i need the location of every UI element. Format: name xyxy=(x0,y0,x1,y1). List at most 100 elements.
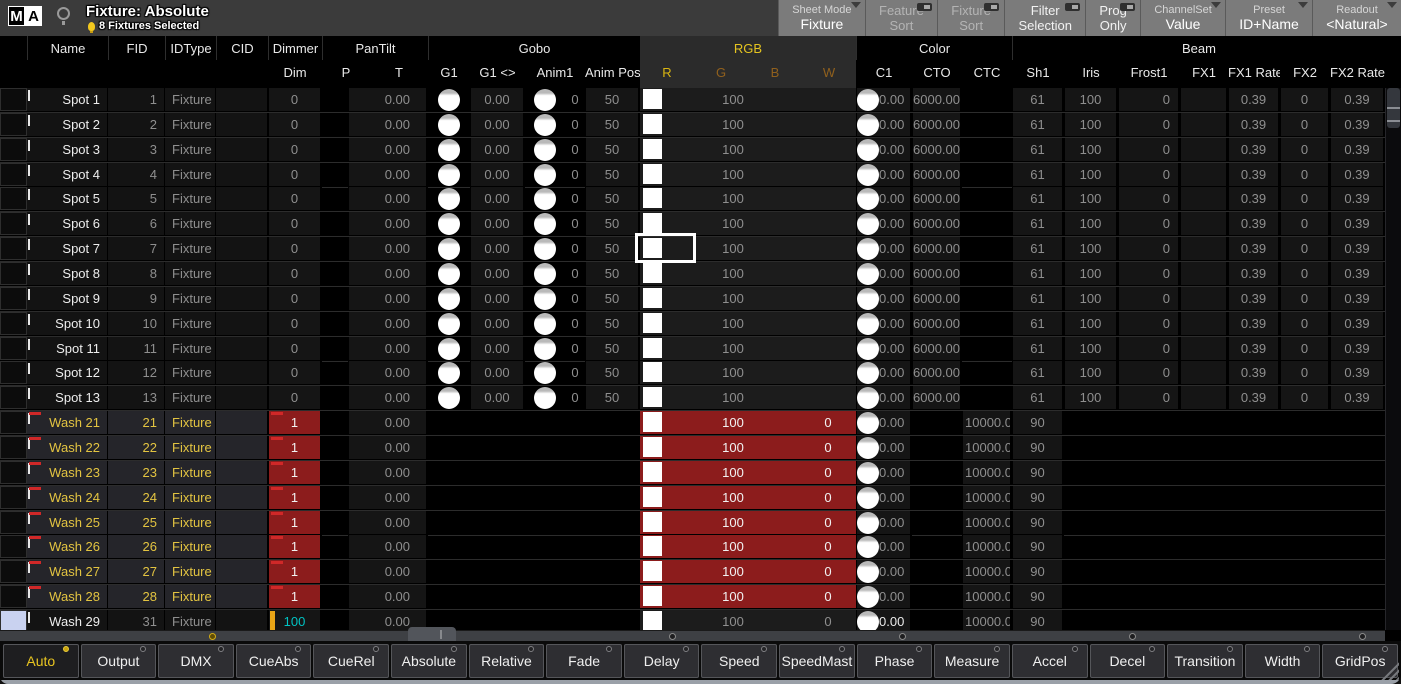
cell-anim-pos[interactable]: 50 xyxy=(585,337,640,360)
vertical-scrollbar-handle[interactable] xyxy=(1387,88,1400,128)
row-select-cell[interactable] xyxy=(0,610,27,630)
cell-shutter1[interactable]: 61 xyxy=(1012,163,1064,186)
row-select-cell[interactable] xyxy=(0,287,27,310)
channelset-button[interactable]: ChannelSetValue xyxy=(1140,0,1225,36)
cell-gobo1[interactable] xyxy=(428,212,470,235)
cell-color-swatch[interactable] xyxy=(640,113,666,136)
cell-fx2-rate[interactable]: 0.39 xyxy=(1330,88,1385,111)
fixture-sheet-grid[interactable]: Spot 11Fixture00.000.000501000.006000.00… xyxy=(0,88,1385,630)
scroll-stop-dot[interactable] xyxy=(899,633,906,640)
cell-fx1-rate[interactable]: 0.39 xyxy=(1228,287,1280,310)
row-select-cell[interactable] xyxy=(0,436,27,459)
cell-shutter1[interactable]: 90 xyxy=(1012,486,1064,509)
cell-dimmer[interactable]: 0 xyxy=(268,361,322,384)
cell-idtype[interactable]: Fixture xyxy=(165,436,216,459)
cell-frost1[interactable]: 0 xyxy=(1118,187,1180,210)
cell-color1[interactable]: 0.00 xyxy=(856,610,912,630)
cell-color1[interactable]: 0.00 xyxy=(856,436,912,459)
cell-fx2-rate[interactable]: 0.39 xyxy=(1330,113,1385,136)
cell-name[interactable]: Spot 8 xyxy=(27,262,108,285)
cell-color-swatch[interactable] xyxy=(640,212,666,235)
horizontal-scrollbar[interactable] xyxy=(0,630,1385,641)
cell-cid[interactable] xyxy=(216,436,268,459)
cell-shutter1[interactable]: 61 xyxy=(1012,187,1064,210)
cell-color-swatch[interactable] xyxy=(640,163,666,186)
row-select-cell[interactable] xyxy=(0,535,27,558)
cell-ctc[interactable]: 10000.00 xyxy=(962,411,1012,434)
cell-ctc[interactable]: 10000.00 xyxy=(962,535,1012,558)
row-select-cell[interactable] xyxy=(0,486,27,509)
tab-measure[interactable]: Measure xyxy=(934,644,1010,678)
cell-tilt[interactable]: 0.00 xyxy=(348,287,428,310)
cell-anim-pos[interactable]: 50 xyxy=(585,262,640,285)
fixture-row[interactable]: Wash 2626Fixture10.0010000.0010000.0090 xyxy=(0,535,1385,560)
cell-rgb-white[interactable] xyxy=(800,287,856,310)
cell-rgb-green[interactable]: 100 xyxy=(666,486,800,509)
column-group-pantilt[interactable]: PanTilt xyxy=(322,36,428,60)
cell-name[interactable]: Spot 12 xyxy=(27,361,108,384)
cell-iris[interactable]: 100 xyxy=(1064,237,1118,260)
tab-output[interactable]: Output xyxy=(81,644,157,678)
cell-idtype[interactable]: Fixture xyxy=(165,486,216,509)
cell-gobo1-range[interactable]: 0.00 xyxy=(470,113,525,136)
row-select-cell[interactable] xyxy=(0,386,27,409)
cell-rgb-green[interactable]: 100 xyxy=(666,138,800,161)
cell-cid[interactable] xyxy=(216,411,268,434)
cell-shutter1[interactable]: 61 xyxy=(1012,113,1064,136)
cell-color-swatch[interactable] xyxy=(640,411,666,434)
cell-color1[interactable]: 0.00 xyxy=(856,386,912,409)
cell-fid[interactable]: 31 xyxy=(108,610,165,630)
fixture-row[interactable]: Spot 11Fixture00.000.000501000.006000.00… xyxy=(0,88,1385,113)
tab-relative[interactable]: Relative xyxy=(469,644,545,678)
cell-tilt[interactable]: 0.00 xyxy=(348,262,428,285)
cell-fid[interactable]: 2 xyxy=(108,113,165,136)
cell-rgb-white[interactable]: 0 xyxy=(800,411,856,434)
cell-frost1[interactable]: 0 xyxy=(1118,163,1180,186)
cell-anim1[interactable] xyxy=(525,337,565,360)
cell-iris[interactable]: 100 xyxy=(1064,337,1118,360)
column-group-dimmer[interactable]: Dimmer xyxy=(268,36,322,60)
cell-fx2-rate[interactable]: 0.39 xyxy=(1330,163,1385,186)
cell-color-swatch[interactable] xyxy=(640,511,666,534)
column-group-name[interactable]: Name xyxy=(27,36,108,60)
cell-color1[interactable]: 0.00 xyxy=(856,138,912,161)
cell-anim1[interactable] xyxy=(525,212,565,235)
cell-rgb-green[interactable]: 100 xyxy=(666,436,800,459)
cell-color-swatch[interactable] xyxy=(640,287,666,310)
cell-color1[interactable]: 0.00 xyxy=(856,262,912,285)
cell-fx2-rate[interactable]: 0.39 xyxy=(1330,337,1385,360)
cell-name[interactable]: Wash 29 xyxy=(27,610,108,630)
cell-name[interactable]: Spot 9 xyxy=(27,287,108,310)
cell-shutter1[interactable]: 90 xyxy=(1012,411,1064,434)
cell-rgb-white[interactable] xyxy=(800,312,856,335)
cell-fx2-rate[interactable]: 0.39 xyxy=(1330,138,1385,161)
cell-idtype[interactable]: Fixture xyxy=(165,511,216,534)
cell-anim-pos[interactable]: 50 xyxy=(585,88,640,111)
cell-iris[interactable]: 100 xyxy=(1064,361,1118,384)
row-select-cell[interactable] xyxy=(0,461,27,484)
column-g1[interactable]: G1 xyxy=(428,60,470,88)
cell-fid[interactable]: 26 xyxy=(108,535,165,558)
tab-phase[interactable]: Phase xyxy=(857,644,933,678)
column-g[interactable]: G xyxy=(694,60,748,88)
cell-fid[interactable]: 22 xyxy=(108,436,165,459)
cell-name[interactable]: Spot 6 xyxy=(27,212,108,235)
cell-iris[interactable]: 100 xyxy=(1064,163,1118,186)
tab-cueabs[interactable]: CueAbs xyxy=(236,644,312,678)
scroll-stop-dot[interactable] xyxy=(1359,633,1366,640)
cell-fx1[interactable] xyxy=(1180,337,1228,360)
cell-cto[interactable]: 6000.00 xyxy=(912,361,962,384)
sheet-mode-button[interactable]: Sheet ModeFixture xyxy=(778,0,865,36)
cell-shutter1[interactable]: 90 xyxy=(1012,511,1064,534)
cell-rgb-green[interactable]: 100 xyxy=(666,411,800,434)
cell-anim1[interactable] xyxy=(525,287,565,310)
cell-fid[interactable]: 13 xyxy=(108,386,165,409)
cell-rgb-white[interactable]: 0 xyxy=(800,436,856,459)
cell-idtype[interactable]: Fixture xyxy=(165,262,216,285)
cell-anim-pos[interactable]: 50 xyxy=(585,113,640,136)
cell-idtype[interactable]: Fixture xyxy=(165,187,216,210)
cell-tilt[interactable]: 0.00 xyxy=(348,411,428,434)
column-fx1-rate[interactable]: FX1 Rate xyxy=(1228,60,1280,88)
cell-rgb-white[interactable]: 0 xyxy=(800,535,856,558)
cell-fid[interactable]: 21 xyxy=(108,411,165,434)
